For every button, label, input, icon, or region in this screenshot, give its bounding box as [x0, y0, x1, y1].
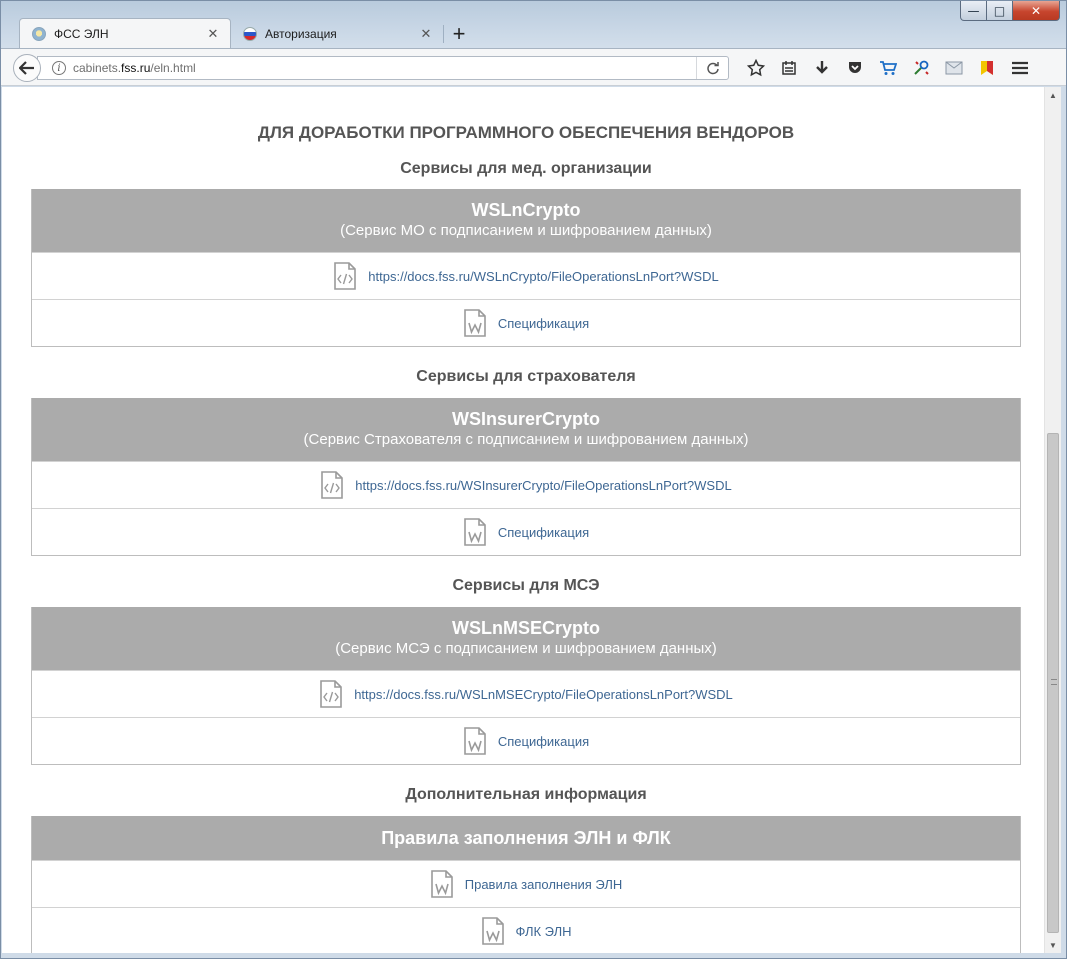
section-title-mse: Сервисы для МСЭ	[452, 577, 600, 594]
page-viewport: ДЛЯ ДОРАБОТКИ ПРОГРАММНОГО ОБЕСПЕЧЕНИЯ В…	[2, 87, 1044, 953]
word-file-icon	[464, 727, 486, 755]
card-header: WSInsurerCrypto (Сервис Страхователя с п…	[32, 398, 1020, 461]
card-row-wsdl: https://docs.fss.ru/WSInsurerCrypto/File…	[32, 461, 1020, 508]
url-host: fss.ru	[121, 61, 151, 75]
scrollbar-grip	[1051, 679, 1057, 685]
tab-title: ФСС ЭЛН	[54, 26, 109, 41]
vertical-scrollbar[interactable]: ▲ ▼	[1044, 87, 1061, 953]
wsdl-link[interactable]: https://docs.fss.ru/WSInsurerCrypto/File…	[355, 478, 731, 493]
scroll-down-arrow-icon[interactable]: ▼	[1045, 937, 1061, 953]
tab-title: Авторизация	[265, 27, 337, 41]
code-file-icon	[321, 471, 344, 499]
specification-link[interactable]: Спецификация	[498, 525, 589, 540]
word-file-icon	[430, 870, 453, 898]
card-row-wsdl: https://docs.fss.ru/WSLnMSECrypto/FileOp…	[32, 670, 1020, 717]
card-header: Правила заполнения ЭЛН и ФЛК	[32, 816, 1020, 860]
url-prefix: cabinets.	[73, 61, 122, 75]
specification-link[interactable]: Спецификация	[498, 734, 589, 749]
card-row-spec: Спецификация	[32, 508, 1020, 555]
card-header: WSLnMSECrypto (Сервис МСЭ с подписанием …	[32, 607, 1020, 670]
close-tab-icon[interactable]: ✕	[419, 26, 433, 42]
toolbar-icons	[739, 55, 1036, 81]
code-file-icon	[320, 680, 343, 708]
word-file-icon	[464, 518, 486, 546]
word-file-icon	[481, 917, 504, 945]
site-info-icon[interactable]: i	[52, 61, 66, 75]
fss-favicon-icon	[32, 26, 46, 41]
bookmark-flag-icon[interactable]	[970, 55, 1003, 81]
russia-flag-favicon-icon	[243, 27, 257, 41]
card-header: WSLnCrypto (Сервис МО с подписанием и ши…	[32, 189, 1020, 252]
url-bar[interactable]: i cabinets. fss.ru/eln.html	[37, 56, 729, 80]
pocket-icon[interactable]	[838, 55, 871, 81]
section-title-additional-info: Дополнительная информация	[405, 786, 647, 803]
reload-icon[interactable]	[696, 57, 728, 79]
download-icon[interactable]	[805, 55, 838, 81]
card-row-flk: ФЛК ЭЛН	[32, 907, 1020, 953]
page-title: ДЛЯ ДОРАБОТКИ ПРОГРАММНОГО ОБЕСПЕЧЕНИЯ В…	[257, 123, 795, 142]
window-controls: — □ ✕	[960, 1, 1060, 21]
filling-rules-link[interactable]: Правила заполнения ЭЛН	[465, 877, 623, 892]
extension-tools-icon[interactable]	[904, 55, 937, 81]
scrollbar-thumb[interactable]	[1047, 433, 1059, 933]
wsdl-link[interactable]: https://docs.fss.ru/WSLnCrypto/FileOpera…	[368, 269, 718, 284]
back-button[interactable]	[13, 54, 41, 82]
info-card-rules: Правила заполнения ЭЛН и ФЛК Правила зап…	[31, 816, 1021, 953]
page-content: ДЛЯ ДОРАБОТКИ ПРОГРАММНОГО ОБЕСПЕЧЕНИЯ В…	[31, 87, 1021, 953]
card-title: Правила заполнения ЭЛН и ФЛК	[381, 827, 671, 848]
word-file-icon	[464, 309, 486, 337]
menu-hamburger-icon[interactable]	[1003, 55, 1036, 81]
card-subtitle: (Сервис Страхователя с подписанием и шиф…	[303, 431, 749, 448]
card-row-wsdl: https://docs.fss.ru/WSLnCrypto/FileOpera…	[32, 252, 1020, 299]
card-subtitle: (Сервис МСЭ с подписанием и шифрованием …	[335, 640, 717, 657]
new-tab-button[interactable]: +	[444, 20, 474, 48]
card-subtitle: (Сервис МО с подписанием и шифрованием д…	[340, 222, 712, 239]
card-row-spec: Спецификация	[32, 717, 1020, 764]
close-tab-icon[interactable]: ✕	[206, 26, 220, 42]
browser-window: — □ ✕ ФСС ЭЛН ✕ Авторизация ✕ + i cabine…	[0, 0, 1067, 959]
section-title-insurer: Сервисы для страхователя	[416, 368, 636, 385]
flk-link[interactable]: ФЛК ЭЛН	[516, 924, 572, 939]
back-arrow-icon	[19, 61, 34, 75]
minimize-button[interactable]: —	[960, 1, 987, 21]
bookmark-star-icon[interactable]	[739, 55, 772, 81]
wsdl-link[interactable]: https://docs.fss.ru/WSLnMSECrypto/FileOp…	[354, 687, 733, 702]
card-title: WSInsurerCrypto	[451, 409, 601, 429]
card-row-rules: Правила заполнения ЭЛН	[32, 860, 1020, 907]
tab-fss-eln[interactable]: ФСС ЭЛН ✕	[19, 18, 231, 48]
tab-authorization[interactable]: Авторизация ✕	[231, 20, 443, 48]
close-window-button[interactable]: ✕	[1013, 1, 1060, 21]
service-card-wslnmsecrypto: WSLnMSECrypto (Сервис МСЭ с подписанием …	[31, 607, 1021, 765]
tab-strip: ФСС ЭЛН ✕ Авторизация ✕ +	[19, 18, 474, 48]
section-title-med-org: Сервисы для мед. организации	[400, 160, 652, 177]
reading-list-icon[interactable]	[772, 55, 805, 81]
mail-icon[interactable]	[937, 55, 970, 81]
card-title: WSLnCrypto	[471, 200, 581, 220]
maximize-button[interactable]: □	[987, 1, 1013, 21]
card-title: WSLnMSECrypto	[452, 618, 600, 638]
card-row-spec: Спецификация	[32, 299, 1020, 346]
navigation-toolbar: i cabinets. fss.ru/eln.html	[1, 48, 1066, 86]
shopping-cart-icon[interactable]	[871, 55, 904, 81]
scroll-up-arrow-icon[interactable]: ▲	[1045, 87, 1061, 103]
code-file-icon	[334, 262, 357, 290]
service-card-wslncrypto: WSLnCrypto (Сервис МО с подписанием и ши…	[31, 189, 1021, 347]
service-card-wsinsurercrypto: WSInsurerCrypto (Сервис Страхователя с п…	[31, 398, 1021, 556]
specification-link[interactable]: Спецификация	[498, 316, 589, 331]
url-path: /eln.html	[150, 61, 196, 75]
